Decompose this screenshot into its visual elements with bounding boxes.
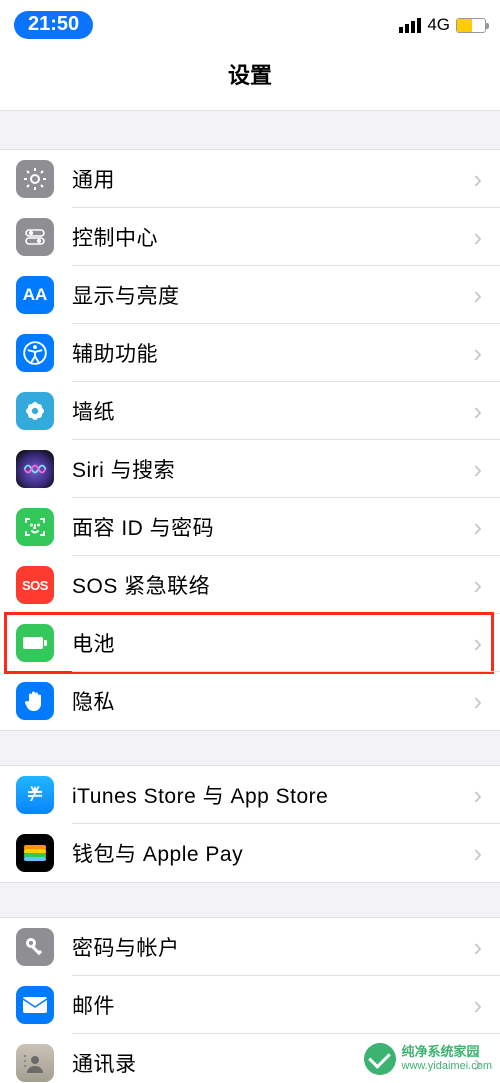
row-label: 邮件 [72,990,473,1020]
row-label: 隐私 [72,686,473,716]
aa-icon: AA [16,276,54,314]
chevron-right-icon: › [473,992,500,1018]
row-control-center[interactable]: 控制中心 › [0,208,500,266]
battery-icon [456,18,486,33]
sos-icon: SOS [16,566,54,604]
row-itunes[interactable]: iTunes Store 与 App Store › [0,766,500,824]
chevron-right-icon: › [473,840,500,866]
chevron-right-icon: › [473,572,500,598]
signal-icon [399,18,421,33]
row-label: 控制中心 [72,222,473,252]
chevron-right-icon: › [473,630,500,656]
section-gap [0,882,500,918]
hand-icon [16,682,54,720]
wallet-icon [16,834,54,872]
status-bar: 21:50 4G [0,0,500,50]
siri-icon [16,450,54,488]
row-battery[interactable]: 电池 › [0,614,500,672]
row-label: iTunes Store 与 App Store [72,780,473,810]
contacts-icon [16,1044,54,1082]
mail-icon [16,986,54,1024]
row-mail[interactable]: 邮件 › [0,976,500,1034]
watermark: 纯净系统家园 www.yidaimei.com [364,1043,492,1075]
key-icon [16,928,54,966]
section-gap [0,730,500,766]
flower-icon [16,392,54,430]
row-faceid[interactable]: 面容 ID 与密码 › [0,498,500,556]
chevron-right-icon: › [473,514,500,540]
settings-group-1: 通用 › 控制中心 › AA 显示与亮度 › 辅助功能 › 墙纸 › Siri … [0,150,500,730]
watermark-site: www.yidaimei.com [402,1060,492,1073]
row-siri[interactable]: Siri 与搜索 › [0,440,500,498]
page-title: 设置 [0,50,500,110]
network-label: 4G [427,15,450,35]
chevron-right-icon: › [473,340,500,366]
row-label: 通用 [72,164,473,194]
appstore-icon [16,776,54,814]
row-passwords[interactable]: 密码与帐户 › [0,918,500,976]
chevron-right-icon: › [473,166,500,192]
watermark-badge-icon [364,1043,396,1075]
chevron-right-icon: › [473,688,500,714]
chevron-right-icon: › [473,934,500,960]
row-label: 密码与帐户 [72,932,473,962]
chevron-right-icon: › [473,782,500,808]
faceid-icon [16,508,54,546]
row-label: 墙纸 [72,396,473,426]
row-general[interactable]: 通用 › [0,150,500,208]
row-label: 钱包与 Apple Pay [72,838,473,868]
row-wallet[interactable]: 钱包与 Apple Pay › [0,824,500,882]
row-label: 面容 ID 与密码 [72,512,473,542]
settings-group-2: iTunes Store 与 App Store › 钱包与 Apple Pay… [0,766,500,882]
status-right: 4G [399,15,486,35]
chevron-right-icon: › [473,398,500,424]
row-privacy[interactable]: 隐私 › [0,672,500,730]
row-label: SOS 紧急联络 [72,570,473,600]
row-label: 显示与亮度 [72,280,473,310]
accessibility-icon [16,334,54,372]
chevron-right-icon: › [473,282,500,308]
chevron-right-icon: › [473,456,500,482]
chevron-right-icon: › [473,224,500,250]
battery-icon [16,624,54,662]
watermark-brand: 纯净系统家园 [402,1045,492,1060]
row-wallpaper[interactable]: 墙纸 › [0,382,500,440]
section-gap [0,110,500,150]
row-sos[interactable]: SOS SOS 紧急联络 › [0,556,500,614]
status-time: 21:50 [14,11,93,39]
row-label: Siri 与搜索 [72,454,473,484]
row-display[interactable]: AA 显示与亮度 › [0,266,500,324]
row-accessibility[interactable]: 辅助功能 › [0,324,500,382]
row-label: 辅助功能 [72,338,473,368]
gear-icon [16,160,54,198]
switches-icon [16,218,54,256]
row-label: 电池 [72,628,473,658]
